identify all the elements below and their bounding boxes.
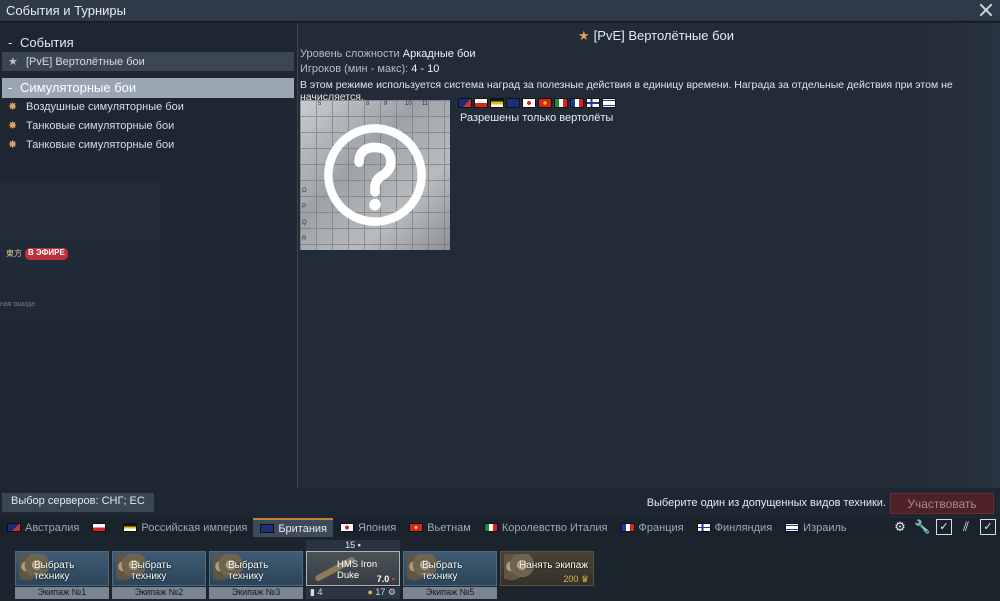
crew-slots: Выбрать технику Экипаж №1 Выбрать техник…: [0, 537, 1000, 601]
flag-britain-icon: [506, 98, 520, 108]
star-icon: ★: [8, 56, 18, 68]
flag-italy-icon: [483, 523, 498, 532]
check-icon[interactable]: ✓: [980, 519, 996, 535]
section-events[interactable]: - События: [2, 33, 294, 53]
flag-australia-icon: [7, 523, 21, 532]
crew-slot-2[interactable]: Выбрать технику Экипаж №2: [112, 540, 206, 599]
gear-icon[interactable]: ⚙: [892, 519, 908, 535]
allowed-nations-flags: [458, 98, 616, 108]
check-all-icon[interactable]: ✓: [936, 519, 952, 535]
tab-nation-japan[interactable]: Япония: [333, 518, 402, 537]
stream-brand: 東方: [6, 249, 22, 258]
flag-vietnam-icon: [538, 98, 552, 108]
tab-nation-australia[interactable]: Австралия: [0, 518, 85, 537]
event-title: ★ [PvE] Вертолётные бои: [578, 28, 735, 43]
collapse-icon: -: [8, 80, 13, 95]
toolbar-icons: ⚙ 🔧 ✓ ⫽ ✓: [892, 519, 996, 535]
star-icon: ✸: [8, 101, 18, 113]
action-bar: Выбор серверов: СНГ; ЕС Выберите один из…: [0, 488, 1000, 518]
crew-count: ▮ 4: [310, 587, 323, 597]
tab-nation-russia-empire[interactable]: Российская империя: [116, 518, 253, 537]
background-blur: [0, 183, 160, 413]
repair-stat: ● 17 ⚙: [367, 587, 396, 597]
star-icon: ✸: [8, 120, 18, 132]
crew-slot-4-vehicle[interactable]: 15 ▪ HMS Iron Duke 7.0 ▪ ▮ 4 ● 17 ⚙: [306, 540, 400, 599]
crew-name: Экипаж №2: [112, 587, 206, 599]
crew-slot-hire[interactable]: Нанять экипаж 200 ♛: [500, 540, 594, 598]
slot-card[interactable]: Выбрать технику: [15, 551, 109, 586]
tab-nation-france[interactable]: Франция: [614, 518, 690, 537]
window-title: События и Турниры: [6, 3, 126, 18]
slot-card[interactable]: Выбрать технику: [209, 551, 303, 586]
flag-russia-empire-icon: [490, 98, 504, 108]
list-item-pve-helicopter[interactable]: ★ [PvE] Вертолётные бои: [2, 52, 294, 71]
slot-card[interactable]: Выбрать технику: [112, 551, 206, 586]
participate-button[interactable]: Участвовать: [890, 493, 994, 514]
flag-finland-icon: [696, 523, 711, 532]
vehicle-stats: ▮ 4 ● 17 ⚙: [306, 587, 400, 599]
event-details-panel: ★ [PvE] Вертолётные бои Уровень сложности…: [298, 23, 1000, 488]
list-item-air-sim[interactable]: ✸ Воздушные симуляторные бои: [2, 97, 294, 116]
crew-name: Экипаж №3: [209, 587, 303, 599]
tab-nation-britain[interactable]: Британия: [253, 518, 334, 537]
crew-slot-5[interactable]: Выбрать технику Экипаж №5: [403, 540, 497, 599]
flag-poland-icon: [474, 98, 488, 108]
question-mark-icon: [324, 124, 426, 226]
section-simulator[interactable]: - Симуляторные бои: [2, 78, 294, 98]
star-icon: ✸: [8, 139, 18, 151]
players-line: Игроков (мин - макс): 4 - 10: [300, 63, 440, 75]
title-bar: События и Турниры: [0, 0, 1000, 22]
wrench-icon[interactable]: 🔧: [914, 519, 930, 535]
difficulty-line: Уровень сложности Аркадные бои: [300, 48, 476, 60]
restriction-text: Разрешены только вертолёты: [460, 112, 614, 124]
repair-all-icon[interactable]: ⫽: [958, 519, 974, 535]
hire-card[interactable]: Нанять экипаж 200 ♛: [500, 551, 594, 586]
flag-australia-icon: [458, 98, 472, 108]
collapse-icon: -: [8, 35, 13, 50]
flag-britain-icon: [260, 524, 275, 533]
flag-japan-icon: [340, 523, 355, 532]
selection-hint: Выберите один из допущенных видов техник…: [646, 497, 886, 509]
list-item-tank-sim-1[interactable]: ✸ Танковые симуляторные бои: [2, 116, 294, 135]
map-preview: 5 8 9 10 11 O P Q R: [300, 100, 450, 250]
crew-slot-1[interactable]: Выбрать технику Экипаж №1: [15, 540, 109, 599]
flag-poland-icon: [92, 523, 107, 532]
tab-nation-finland[interactable]: Финляндия: [690, 518, 779, 537]
tab-nation-israel[interactable]: Израиль: [778, 518, 852, 537]
tab-nation-italy[interactable]: Королевство Италия: [477, 518, 614, 537]
vehicle-card[interactable]: HMS Iron Duke 7.0 ▪: [306, 551, 400, 586]
tab-nation-poland[interactable]: [85, 518, 116, 537]
stream-badge[interactable]: 東方 В ЭФИРЕ: [6, 248, 68, 260]
flag-russia-empire-icon: [123, 523, 138, 532]
battle-rating: 7.0 ▪: [376, 574, 395, 584]
list-item-tank-sim-2[interactable]: ✸ Танковые симуляторные бои: [2, 135, 294, 154]
crew-name: Экипаж №5: [403, 587, 497, 599]
vehicle-badge: 15 ▪: [306, 540, 400, 551]
star-icon: ★: [578, 28, 590, 43]
flag-vietnam-icon: [409, 523, 424, 532]
error-text: ная ошида: [0, 301, 35, 308]
flag-france-icon: [570, 98, 584, 108]
flag-italy-icon: [554, 98, 568, 108]
crew-name: Экипаж №1: [15, 587, 109, 599]
flag-finland-icon: [586, 98, 600, 108]
flag-israel-icon: [785, 523, 800, 532]
live-status: В ЭФИРЕ: [25, 248, 68, 260]
flag-france-icon: [620, 523, 635, 532]
flag-israel-icon: [602, 98, 616, 108]
crew-slot-3[interactable]: Выбрать технику Экипаж №3: [209, 540, 303, 599]
close-icon[interactable]: [978, 2, 994, 18]
slot-card[interactable]: Выбрать технику: [403, 551, 497, 586]
nation-tabs: Австралия Российская империя Британия Яп…: [0, 518, 1000, 537]
tab-nation-vietnam[interactable]: Вьетнам: [402, 518, 477, 537]
event-list-panel: - События ★ [PvE] Вертолётные бои - Симулят…: [0, 23, 297, 488]
hire-cost: 200 ♛: [563, 574, 589, 584]
server-select-button[interactable]: Выбор серверов: СНГ; ЕС: [2, 493, 154, 512]
flag-japan-icon: [522, 98, 536, 108]
